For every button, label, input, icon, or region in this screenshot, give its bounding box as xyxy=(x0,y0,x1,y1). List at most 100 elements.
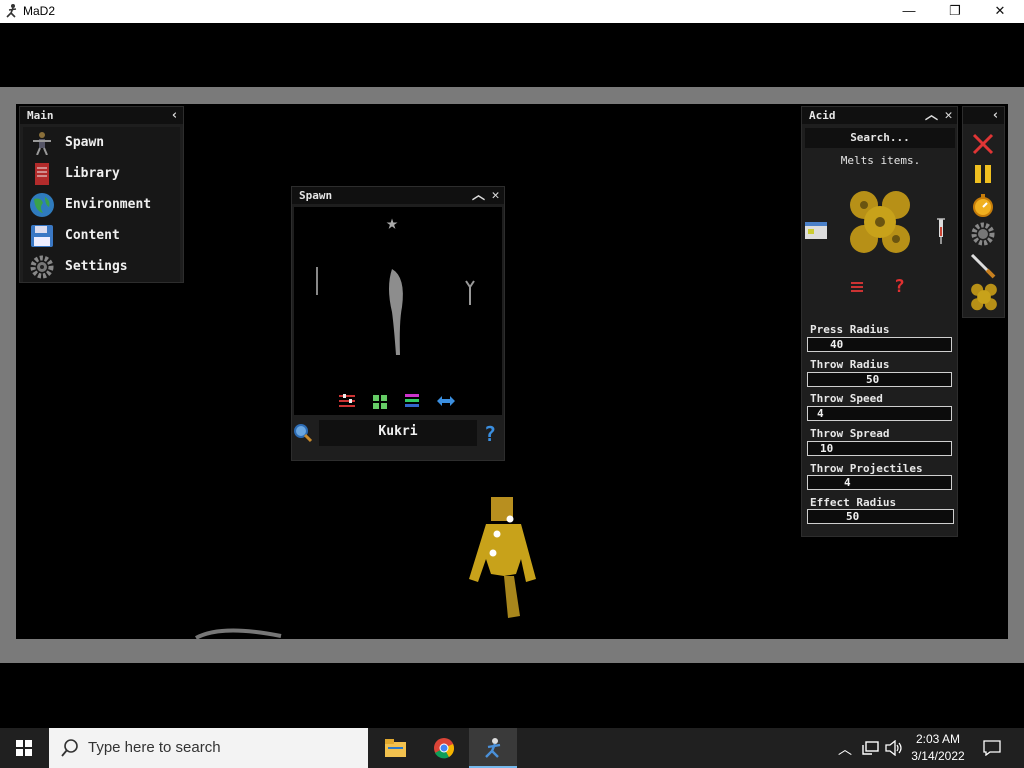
layers-icon[interactable] xyxy=(404,393,420,409)
ragdoll-figure[interactable] xyxy=(466,494,541,619)
debris-shape xyxy=(195,628,282,640)
gear-icon[interactable] xyxy=(970,221,996,247)
collapse-chevron-icon[interactable]: ‹ xyxy=(987,107,1004,124)
field-value: 50 xyxy=(866,373,880,386)
sliders-icon[interactable] xyxy=(338,393,356,409)
field-label: Throw Radius xyxy=(810,358,890,371)
window-icon[interactable] xyxy=(804,221,828,241)
close-icon[interactable] xyxy=(971,132,995,156)
menu-label: Spawn xyxy=(65,135,105,150)
minimize-panel-icon[interactable]: ︿ xyxy=(470,187,487,204)
chevron-up-icon[interactable]: ︿ xyxy=(838,739,852,759)
pause-icon[interactable] xyxy=(973,163,993,185)
field-value: 4 xyxy=(844,476,851,489)
field-label: Press Radius xyxy=(810,323,890,336)
acid-item-icon[interactable] xyxy=(844,187,916,257)
mad2-app[interactable] xyxy=(469,728,517,768)
field-value: 40 xyxy=(830,338,844,351)
close-panel-icon[interactable]: ✕ xyxy=(487,187,504,204)
book-icon xyxy=(35,163,49,185)
chrome-app[interactable] xyxy=(420,728,468,768)
throw-projectiles-field[interactable]: 4 xyxy=(807,475,952,490)
field-value: 4 xyxy=(817,407,824,420)
menu-item-settings[interactable]: Settings xyxy=(23,251,180,282)
acid-icon[interactable] xyxy=(968,282,1000,312)
main-panel: Main ‹ Spawn Library Environment Content… xyxy=(19,106,184,283)
gear-icon xyxy=(30,255,54,279)
chrome-icon xyxy=(434,738,454,759)
folder-icon xyxy=(385,739,406,757)
menu-label: Settings xyxy=(65,259,128,274)
floppy-icon xyxy=(31,225,53,247)
field-label: Throw Projectiles xyxy=(810,462,923,475)
spawn-panel-header[interactable]: Spawn ︿ ✕ xyxy=(292,187,504,204)
notification-icon[interactable] xyxy=(983,740,1001,756)
close-panel-icon[interactable]: ✕ xyxy=(940,107,957,124)
mad2-app-icon xyxy=(485,738,501,758)
person-icon xyxy=(33,132,51,155)
file-explorer-app[interactable] xyxy=(371,728,419,768)
field-label: Throw Spread xyxy=(810,427,890,440)
windows-start-icon[interactable] xyxy=(16,740,32,756)
acid-panel: Acid ︿ ✕ Search... Melts items. ? Press … xyxy=(801,106,958,537)
small-tool-icon[interactable] xyxy=(464,279,476,307)
acid-panel-header[interactable]: Acid ︿ ✕ xyxy=(802,107,957,124)
app-icon xyxy=(6,4,17,18)
grid-icon[interactable] xyxy=(372,394,388,410)
throw-radius-field[interactable]: 50 xyxy=(807,372,952,387)
menu-label: Library xyxy=(65,166,120,181)
window-titlebar: MaD2 — ❐ ✕ xyxy=(0,0,1024,23)
item-preview-area[interactable]: ★ xyxy=(294,207,502,415)
search-placeholder: Type here to search xyxy=(88,739,221,756)
menu-label: Environment xyxy=(65,197,152,212)
question-icon[interactable]: ? xyxy=(894,276,905,297)
minimize-button[interactable]: — xyxy=(886,0,932,23)
minimize-panel-icon[interactable]: ︿ xyxy=(923,107,940,124)
menu-item-library[interactable]: Library xyxy=(23,158,180,189)
thin-item-icon[interactable] xyxy=(314,267,320,297)
clock-time[interactable]: 2:03 AM xyxy=(908,732,968,746)
help-icon[interactable]: ? xyxy=(484,422,496,446)
search-icon xyxy=(61,739,78,757)
collapse-chevron-icon[interactable]: ‹ xyxy=(166,107,183,124)
acid-search-button[interactable]: Search... xyxy=(805,128,955,148)
clock-date[interactable]: 3/14/2022 xyxy=(908,749,968,763)
throw-spread-field[interactable]: 10 xyxy=(807,441,952,456)
throw-speed-field[interactable]: 4 xyxy=(807,406,952,421)
knife-icon[interactable] xyxy=(969,252,997,280)
stopwatch-icon[interactable] xyxy=(971,192,995,218)
menu-item-spawn[interactable]: Spawn xyxy=(23,127,180,158)
list-icon[interactable] xyxy=(850,281,864,293)
menu-item-environment[interactable]: Environment xyxy=(23,189,180,220)
spawn-search-input[interactable]: Kukri xyxy=(319,420,477,446)
press-radius-field[interactable]: 40 xyxy=(807,337,952,352)
kukri-icon[interactable] xyxy=(384,267,414,357)
side-toolbar: ‹ xyxy=(962,106,1005,318)
favorite-star-icon[interactable]: ★ xyxy=(386,210,398,234)
taskbar-search-box[interactable]: Type here to search xyxy=(49,728,368,768)
syringe-icon[interactable] xyxy=(934,217,948,245)
field-value: 10 xyxy=(820,442,834,455)
swap-icon[interactable] xyxy=(436,395,456,407)
taskbar: Type here to search ︿ 2:03 AM 3/14/2022 xyxy=(0,728,1024,768)
spawn-panel-title: Spawn xyxy=(299,189,333,202)
field-label: Effect Radius xyxy=(810,496,897,509)
maximize-button[interactable]: ❐ xyxy=(932,0,978,23)
network-icon[interactable] xyxy=(862,740,880,756)
globe-icon xyxy=(30,193,54,217)
field-value: 50 xyxy=(846,510,860,523)
side-toolbar-header[interactable]: ‹ xyxy=(963,107,1004,124)
field-label: Throw Speed xyxy=(810,392,883,405)
search-icon[interactable] xyxy=(293,423,313,443)
effect-radius-field[interactable]: 50 xyxy=(807,509,954,524)
item-description: Melts items. xyxy=(840,154,921,167)
volume-icon[interactable] xyxy=(885,740,903,756)
close-window-button[interactable]: ✕ xyxy=(977,0,1023,23)
acid-panel-title: Acid xyxy=(809,109,836,122)
menu-label: Content xyxy=(65,228,120,243)
main-panel-header[interactable]: Main ‹ xyxy=(20,107,183,124)
window-title: MaD2 xyxy=(23,4,56,18)
menu-item-content[interactable]: Content xyxy=(23,220,180,251)
main-panel-title: Main xyxy=(27,109,54,122)
spawn-panel: Spawn ︿ ✕ ★ Kukri ? xyxy=(291,186,505,461)
